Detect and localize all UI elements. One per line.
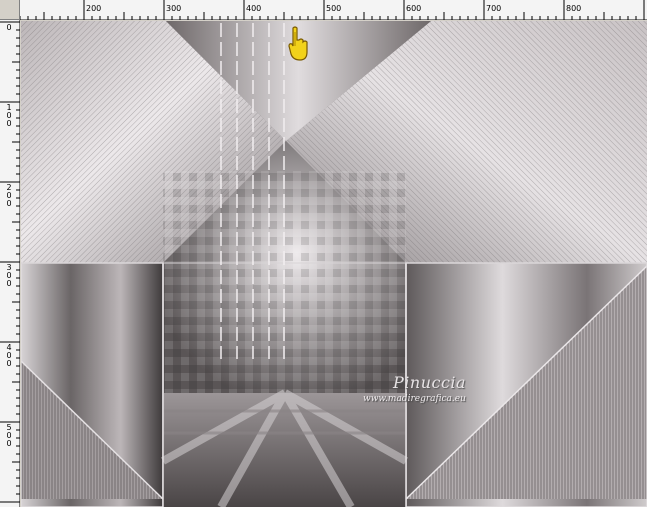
horizontal-ruler[interactable]: 200 300 400 500 600 700 800 [0,0,647,20]
artwork [21,21,647,507]
ruler-label-v100: 100 [6,103,12,128]
ruler-label-700: 700 [486,4,502,13]
ruler-label-400: 400 [246,4,262,13]
image-canvas[interactable]: Pinuccia www.madiregrafica.eu [21,21,647,507]
ruler-corner [0,0,20,20]
ruler-label-v400: 400 [6,343,12,368]
ruler-label-800: 800 [566,4,582,13]
watermark-title: Pinuccia [393,373,467,392]
vertical-ruler[interactable]: 0 100 200 300 400 500 [0,20,20,507]
ruler-label-v200: 200 [6,183,12,208]
ruler-label-600: 600 [406,4,422,13]
hand-pointer-icon [287,26,309,62]
ruler-label-500: 500 [326,4,342,13]
ruler-label-300: 300 [166,4,182,13]
ruler-label-v0: 0 [6,23,12,32]
ruler-label-200: 200 [86,4,102,13]
ruler-label-v500: 500 [6,423,12,448]
ruler-label-v300: 300 [6,263,12,288]
watermark-url: www.madiregrafica.eu [363,394,466,404]
